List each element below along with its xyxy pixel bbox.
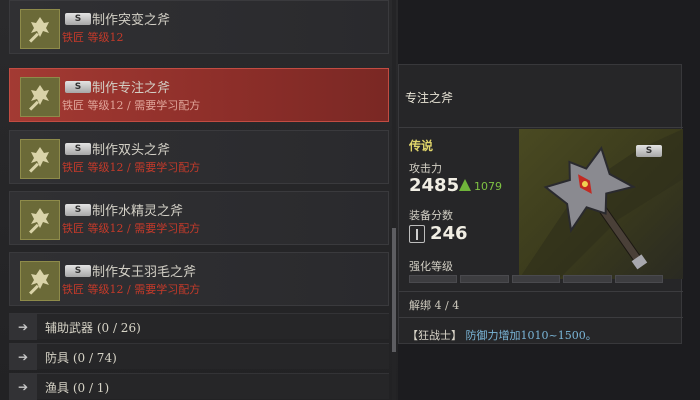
recipe-item[interactable]: S 制作双头之斧 铁匠 等级12 / 需要学习配方 [9, 130, 389, 184]
binding-count: 解绑 4 / 4 [409, 299, 460, 312]
effect-text: 防御力增加1010~1500。 [465, 329, 597, 342]
enhance-segment [563, 275, 612, 283]
axe-icon [20, 200, 60, 240]
up-arrow-icon [459, 179, 471, 191]
recipe-list-panel: S 制作突变之斧 铁匠 等级12 S 制作专注之斧 铁匠 等级12 / 需要学习… [0, 0, 398, 400]
category-label: 防具 (0 / 74) [45, 351, 117, 365]
category-row-fishing-gear[interactable]: ➔ 渔具 (0 / 1) [9, 373, 389, 400]
divider [399, 291, 683, 292]
item-tooltip: 专注之斧 传说 S 攻击力 2485 1079 装备分数 246 强化等级 解绑… [398, 64, 683, 344]
attack-label: 攻击力 [409, 162, 442, 175]
recipe-item[interactable]: S 制作水精灵之斧 铁匠 等级12 / 需要学习配方 [9, 191, 389, 245]
grade-badge: S [65, 204, 91, 216]
arrow-right-icon[interactable]: ➔ [9, 314, 37, 340]
axe-icon [20, 9, 60, 49]
recipe-item-selected[interactable]: S 制作专注之斧 铁匠 等级12 / 需要学习配方 [9, 68, 389, 122]
arrow-right-icon[interactable]: ➔ [9, 374, 37, 400]
recipe-title: 制作女王羽毛之斧 [92, 265, 197, 280]
item-rarity: 传说 [409, 139, 434, 153]
enhance-label: 强化等级 [409, 260, 453, 273]
effect-class-tag: 【狂战士】 [407, 329, 462, 342]
item-effect: 【狂战士】 防御力增加1010~1500。 [407, 327, 597, 343]
enhance-segment [511, 275, 561, 283]
category-label: 辅助武器 (0 / 26) [45, 321, 141, 335]
recipe-title: 制作双头之斧 [92, 143, 171, 158]
attack-diff: 1079 [474, 180, 502, 193]
recipe-item[interactable]: S 制作突变之斧 铁匠 等级12 [9, 0, 389, 54]
recipe-title: 制作水精灵之斧 [92, 204, 184, 219]
recipe-requirement: 铁匠 等级12 [62, 31, 124, 44]
recipe-title: 制作专注之斧 [92, 81, 171, 96]
arrow-right-icon[interactable]: ➔ [9, 344, 37, 370]
gear-score-icon [409, 225, 425, 243]
enhance-segment [409, 275, 458, 283]
axe-icon [20, 139, 60, 179]
grade-badge: S [65, 13, 91, 25]
enhance-segment [460, 275, 509, 283]
scrollbar-thumb[interactable] [392, 228, 396, 352]
grade-badge: S [65, 143, 91, 155]
grade-badge: S [65, 81, 91, 93]
recipe-requirement: 铁匠 等级12 / 需要学习配方 [62, 99, 201, 112]
category-label: 渔具 (0 / 1) [45, 381, 110, 395]
recipe-requirement: 铁匠 等级12 / 需要学习配方 [62, 283, 201, 296]
axe-icon [20, 77, 60, 117]
attack-value: 2485 [409, 175, 460, 196]
enhance-segment [614, 275, 664, 283]
divider [399, 317, 683, 318]
recipe-requirement: 铁匠 等级12 / 需要学习配方 [62, 161, 201, 174]
gear-score-value: 246 [430, 223, 468, 244]
grade-badge: S [65, 265, 91, 277]
divider [399, 127, 683, 128]
category-row-secondary-weapon[interactable]: ➔ 辅助武器 (0 / 26) [9, 313, 389, 340]
gear-score-label: 装备分数 [409, 209, 453, 222]
category-row-armor[interactable]: ➔ 防具 (0 / 74) [9, 343, 389, 370]
recipe-item[interactable]: S 制作女王羽毛之斧 铁匠 等级12 / 需要学习配方 [9, 252, 389, 306]
recipe-requirement: 铁匠 等级12 / 需要学习配方 [62, 222, 201, 235]
item-name: 专注之斧 [405, 91, 454, 105]
grade-badge: S [636, 145, 662, 157]
axe-icon [20, 261, 60, 301]
enhance-level-bar [409, 275, 664, 283]
recipe-title: 制作突变之斧 [92, 13, 171, 28]
